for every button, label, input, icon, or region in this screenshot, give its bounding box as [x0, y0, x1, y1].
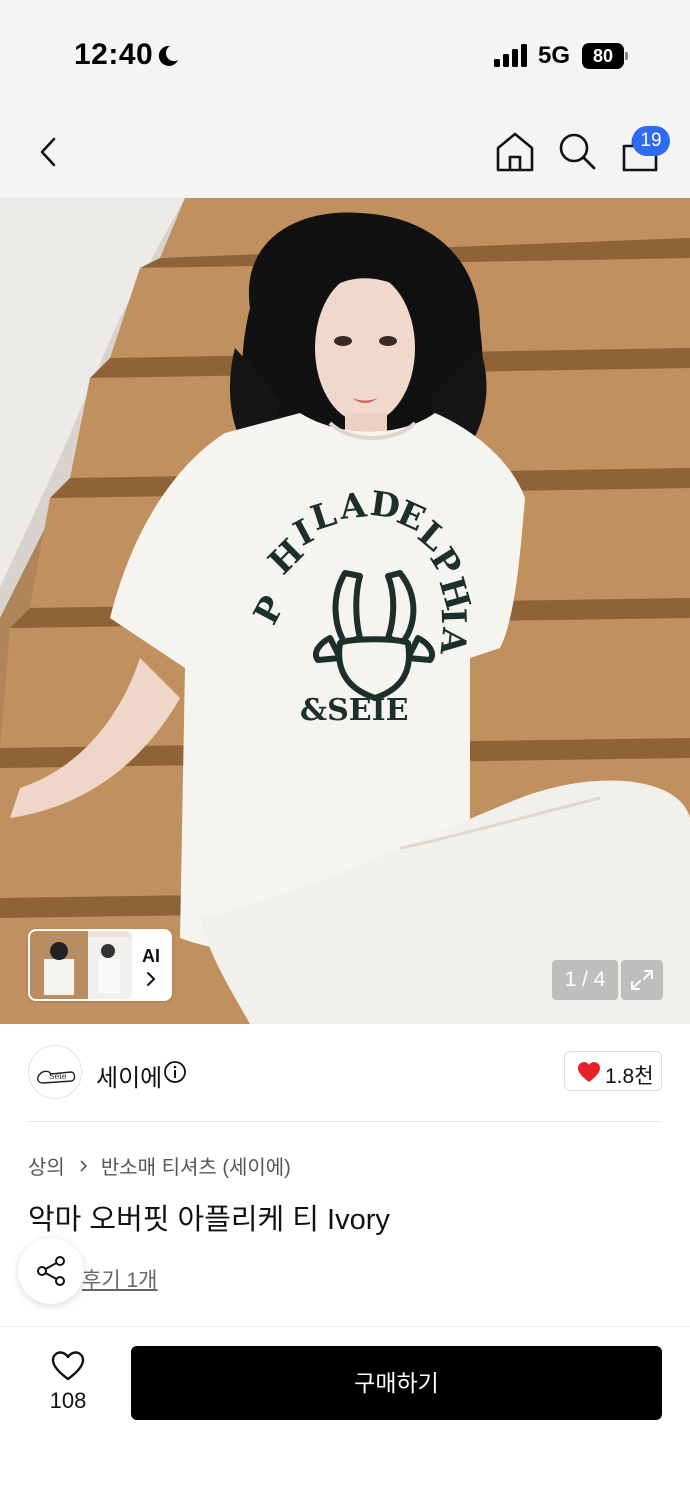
battery-tip	[625, 52, 628, 60]
nav-header: 19	[0, 108, 690, 198]
brand-name[interactable]: 세이에	[96, 1058, 162, 1093]
share-button[interactable]	[18, 1238, 84, 1304]
network-label: 5G	[538, 42, 571, 69]
chevron-right-icon	[80, 1159, 87, 1172]
cart-count-badge: 19	[632, 126, 670, 156]
lookbook-thumbnails	[30, 931, 132, 999]
search-icon[interactable]	[556, 130, 598, 174]
status-bar: 12:40 5G 80	[0, 0, 690, 108]
brand-logo-mark: Seie	[37, 1070, 76, 1084]
info-icon[interactable]	[163, 1060, 187, 1084]
status-time: 12:40	[74, 38, 154, 71]
product-image-gallery[interactable]: P H I L A D E L P H I A &SEIE	[0, 198, 690, 1024]
moon-icon	[158, 45, 178, 66]
breadcrumb: 상의 반소매 티셔츠 (세이에)	[28, 1151, 291, 1180]
review-link[interactable]: 후기 1개	[82, 1264, 157, 1294]
brand-like-button[interactable]: 1.8천	[564, 1051, 662, 1091]
image-page-indicator: 1 / 4	[552, 960, 618, 1000]
heart-filled-icon	[578, 1062, 600, 1082]
brand-logo[interactable]: Seie	[28, 1045, 82, 1099]
svg-text:&SEIE: &SEIE	[300, 693, 409, 728]
brand-logo-text: Seie	[49, 1072, 67, 1081]
divider	[28, 1121, 662, 1122]
ai-label[interactable]: AI	[142, 946, 160, 967]
product-photo: P H I L A D E L P H I A &SEIE	[0, 198, 690, 1024]
product-title: 악마 오버핏 아플리케 티 Ivory	[28, 1204, 390, 1236]
chevron-right-icon[interactable]	[145, 970, 157, 988]
breadcrumb-item-category[interactable]: 상의	[28, 1151, 65, 1180]
wishlist-count: 108	[49, 1388, 87, 1413]
battery-level: 80	[582, 43, 624, 69]
heart-outline-icon[interactable]	[50, 1350, 86, 1382]
brand-like-count: 1.8천	[605, 1065, 654, 1088]
svg-text:I: I	[433, 607, 474, 624]
expand-icon	[631, 970, 653, 990]
breadcrumb-item-subcategory[interactable]: 반소매 티셔츠 (세이에)	[101, 1151, 291, 1180]
chevron-left-icon[interactable]	[28, 130, 72, 174]
svg-text:A: A	[432, 625, 475, 657]
buy-button[interactable]: 구매하기	[131, 1346, 662, 1420]
signal-icon	[494, 44, 527, 67]
expand-image-button[interactable]	[621, 960, 663, 1000]
svg-text:A: A	[337, 485, 369, 528]
share-icon	[37, 1256, 65, 1286]
home-icon[interactable]	[494, 130, 536, 174]
battery-icon: 80	[582, 43, 628, 69]
